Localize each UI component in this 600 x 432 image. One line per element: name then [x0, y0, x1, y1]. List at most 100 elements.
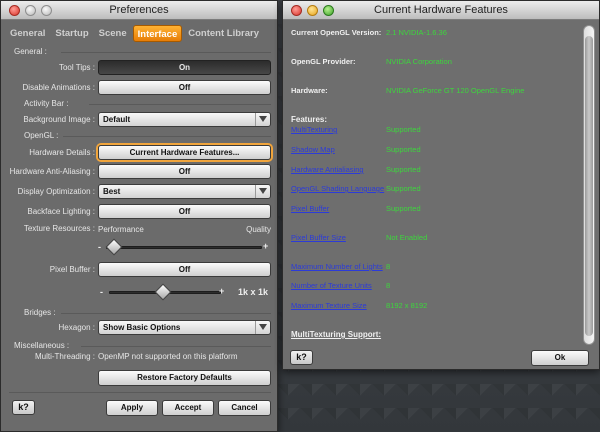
feature-link[interactable]: Maximum Number of Lights: [291, 262, 383, 271]
background-image-row: Background Image : Default: [1, 112, 279, 128]
tab-interface[interactable]: Interface: [132, 25, 183, 42]
disable-animations-label: Disable Animations :: [22, 83, 95, 92]
pixel-buffer-toggle[interactable]: Off: [98, 262, 271, 277]
tooltips-toggle[interactable]: On: [98, 60, 271, 75]
texture-performance-label: Performance: [98, 225, 144, 234]
feature-status: Supported: [386, 165, 421, 174]
feature-row: Number of Texture Units 8: [287, 281, 577, 293]
info-row: Current OpenGL Version: 2.1 NVIDIA-1.6.3…: [287, 28, 577, 40]
feature-link[interactable]: Number of Texture Units: [291, 281, 372, 290]
info-value: NVIDIA GeForce GT 120 OpenGL Engine: [386, 86, 525, 95]
feature-row: Shadow Map Supported: [287, 145, 577, 157]
hardware-details-row: Hardware Details : Current Hardware Feat…: [1, 145, 279, 161]
divider: [81, 346, 271, 347]
preferences-titlebar[interactable]: Preferences: [1, 1, 277, 20]
ok-button[interactable]: Ok: [531, 350, 589, 366]
section-opengl: OpenGL :: [24, 131, 59, 140]
divider: [255, 321, 256, 334]
info-value: NVIDIA Corporation: [386, 57, 452, 66]
zoom-window-button[interactable]: [41, 5, 52, 16]
feature-link[interactable]: MultiTexturing: [291, 125, 337, 134]
background-image-value: Default: [103, 115, 131, 124]
pixel-buffer-size: 1k x 1k: [238, 287, 269, 297]
tab-content-library[interactable]: Content Library: [184, 25, 263, 42]
divider: [89, 104, 271, 105]
help-button[interactable]: k?: [12, 400, 35, 415]
zoom-window-button[interactable]: [323, 5, 334, 16]
tab-general[interactable]: General: [6, 25, 49, 42]
minimize-window-button[interactable]: [25, 5, 36, 16]
feature-link[interactable]: Pixel Buffer: [291, 204, 329, 213]
divider: [9, 392, 271, 393]
info-row: OpenGL Provider: NVIDIA Corporation: [287, 57, 577, 69]
divider: [61, 313, 271, 314]
hexagon-value: Show Basic Options: [103, 323, 181, 332]
window-controls: [291, 5, 334, 16]
hardware-features-window: Current Hardware Features Current OpenGL…: [282, 0, 600, 370]
pixel-buffer-slider-thumb[interactable]: [154, 283, 172, 301]
feature-status: Supported: [386, 145, 421, 154]
minimize-window-button[interactable]: [307, 5, 318, 16]
tab-startup[interactable]: Startup: [51, 25, 92, 42]
feature-row: OpenGL Shading Language Supported: [287, 184, 577, 196]
feature-row: Maximum Texture Size 8192 x 8192: [287, 301, 577, 313]
hardware-anti-aliasing-row: Hardware Anti-Aliasing : Off: [1, 164, 279, 180]
hardware-anti-aliasing-label: Hardware Anti-Aliasing :: [9, 167, 95, 176]
display-optimization-label: Display Optimization :: [17, 187, 95, 196]
feature-status: Supported: [386, 184, 421, 193]
divider: [255, 113, 256, 126]
apply-button[interactable]: Apply: [106, 400, 158, 416]
hexagon-select[interactable]: Show Basic Options: [98, 320, 271, 335]
feature-status: 8: [386, 262, 391, 271]
display-optimization-select[interactable]: Best: [98, 184, 271, 199]
info-key: Current OpenGL Version:: [291, 28, 382, 37]
multitexturing-support-heading: MultiTexturing Support:: [291, 330, 382, 339]
window-controls: [9, 5, 52, 16]
info-row: Hardware: NVIDIA GeForce GT 120 OpenGL E…: [287, 86, 577, 98]
feature-link[interactable]: Hardware Antialiasing: [291, 165, 364, 174]
disable-animations-toggle[interactable]: Off: [98, 80, 271, 95]
info-value: 2.1 NVIDIA-1.6.36: [386, 28, 447, 37]
tooltips-label: Tool Tips :: [58, 63, 95, 72]
texture-resources-row: Texture Resources : Performance Quality: [1, 221, 279, 237]
feature-link[interactable]: Pixel Buffer Size: [291, 233, 346, 242]
divider: [255, 185, 256, 198]
chevron-down-icon: [259, 188, 267, 194]
info-key: OpenGL Provider:: [291, 57, 356, 66]
hexagon-row: Hexagon : Show Basic Options: [1, 320, 279, 336]
backface-lighting-row: Backface Lighting : Off: [1, 204, 279, 220]
multithreading-label: Multi-Threading :: [34, 352, 95, 361]
multithreading-value: OpenMP not supported on this platform: [98, 352, 238, 361]
hardware-features-titlebar[interactable]: Current Hardware Features: [283, 1, 599, 20]
close-window-button[interactable]: [9, 5, 20, 16]
accept-button[interactable]: Accept: [162, 400, 214, 416]
current-hardware-features-button[interactable]: Current Hardware Features...: [98, 145, 271, 160]
feature-link[interactable]: Maximum Texture Size: [291, 301, 367, 310]
feature-row: Maximum Number of Lights 8: [287, 262, 577, 274]
cancel-button[interactable]: Cancel: [218, 400, 271, 416]
restore-factory-defaults-button[interactable]: Restore Factory Defaults: [98, 370, 271, 386]
feature-link[interactable]: OpenGL Shading Language: [291, 184, 384, 193]
vertical-scrollbar[interactable]: [583, 25, 595, 345]
tooltips-row: Tool Tips : On: [1, 60, 279, 76]
feature-row: Pixel Buffer Size Not Enabled: [287, 233, 577, 245]
close-window-button[interactable]: [291, 5, 302, 16]
window-title: Current Hardware Features: [374, 4, 508, 16]
backface-lighting-toggle[interactable]: Off: [98, 204, 271, 219]
scrollbar-thumb[interactable]: [585, 36, 593, 336]
features-heading: Features:: [291, 115, 328, 124]
hardware-anti-aliasing-toggle[interactable]: Off: [98, 164, 271, 179]
texture-resources-slider[interactable]: [106, 246, 262, 249]
disable-animations-row: Disable Animations : Off: [1, 80, 279, 96]
help-button[interactable]: k?: [290, 350, 313, 365]
texture-resources-slider-thumb[interactable]: [105, 238, 123, 256]
feature-link[interactable]: Shadow Map: [291, 145, 335, 154]
feature-status: 8192 x 8192: [386, 301, 428, 310]
pixel-buffer-plus: +: [219, 286, 225, 296]
background-image-select[interactable]: Default: [98, 112, 271, 127]
background-image-label: Background Image :: [23, 115, 95, 124]
multithreading-row: Multi-Threading : OpenMP not supported o…: [1, 349, 279, 365]
feature-status: Supported: [386, 125, 421, 134]
texture-quality-label: Quality: [246, 225, 271, 234]
tab-scene[interactable]: Scene: [95, 25, 131, 42]
